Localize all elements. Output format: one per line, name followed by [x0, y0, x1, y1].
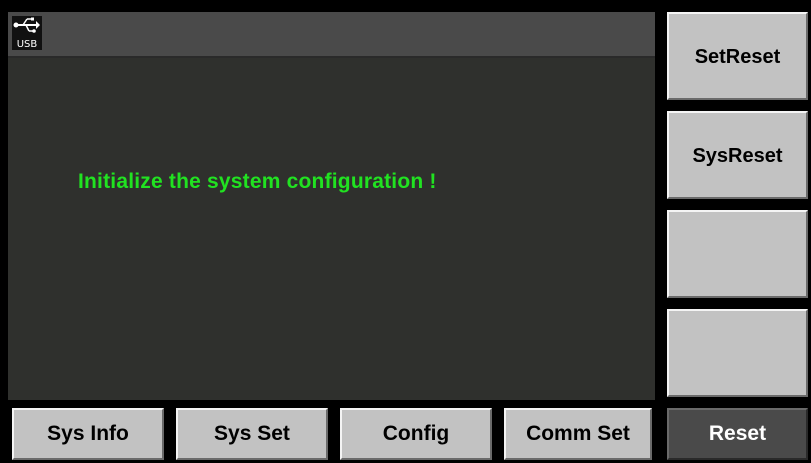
main-panel: Initialize the system configuration !: [8, 58, 655, 400]
tab-reset[interactable]: Reset: [667, 408, 808, 460]
softkey-setreset[interactable]: SetReset: [667, 12, 808, 100]
tab-sys-info[interactable]: Sys Info: [12, 408, 164, 460]
softkey-label: SetReset: [694, 46, 781, 68]
status-bar: USB: [8, 12, 655, 58]
softkey-empty-3[interactable]: [667, 210, 808, 298]
softkey-empty-4[interactable]: [667, 309, 808, 397]
softkey-label: SysReset: [692, 145, 783, 167]
instrument-screen: USB Initialize the system configuration …: [0, 0, 811, 463]
tab-config[interactable]: Config: [340, 408, 492, 460]
softkey-sysreset[interactable]: SysReset: [667, 111, 808, 199]
usb-label: USB: [17, 39, 38, 50]
tab-sys-set[interactable]: Sys Set: [176, 408, 328, 460]
tab-comm-set[interactable]: Comm Set: [504, 408, 652, 460]
usb-icon: USB: [12, 16, 42, 50]
status-message: Initialize the system configuration !: [78, 170, 437, 193]
